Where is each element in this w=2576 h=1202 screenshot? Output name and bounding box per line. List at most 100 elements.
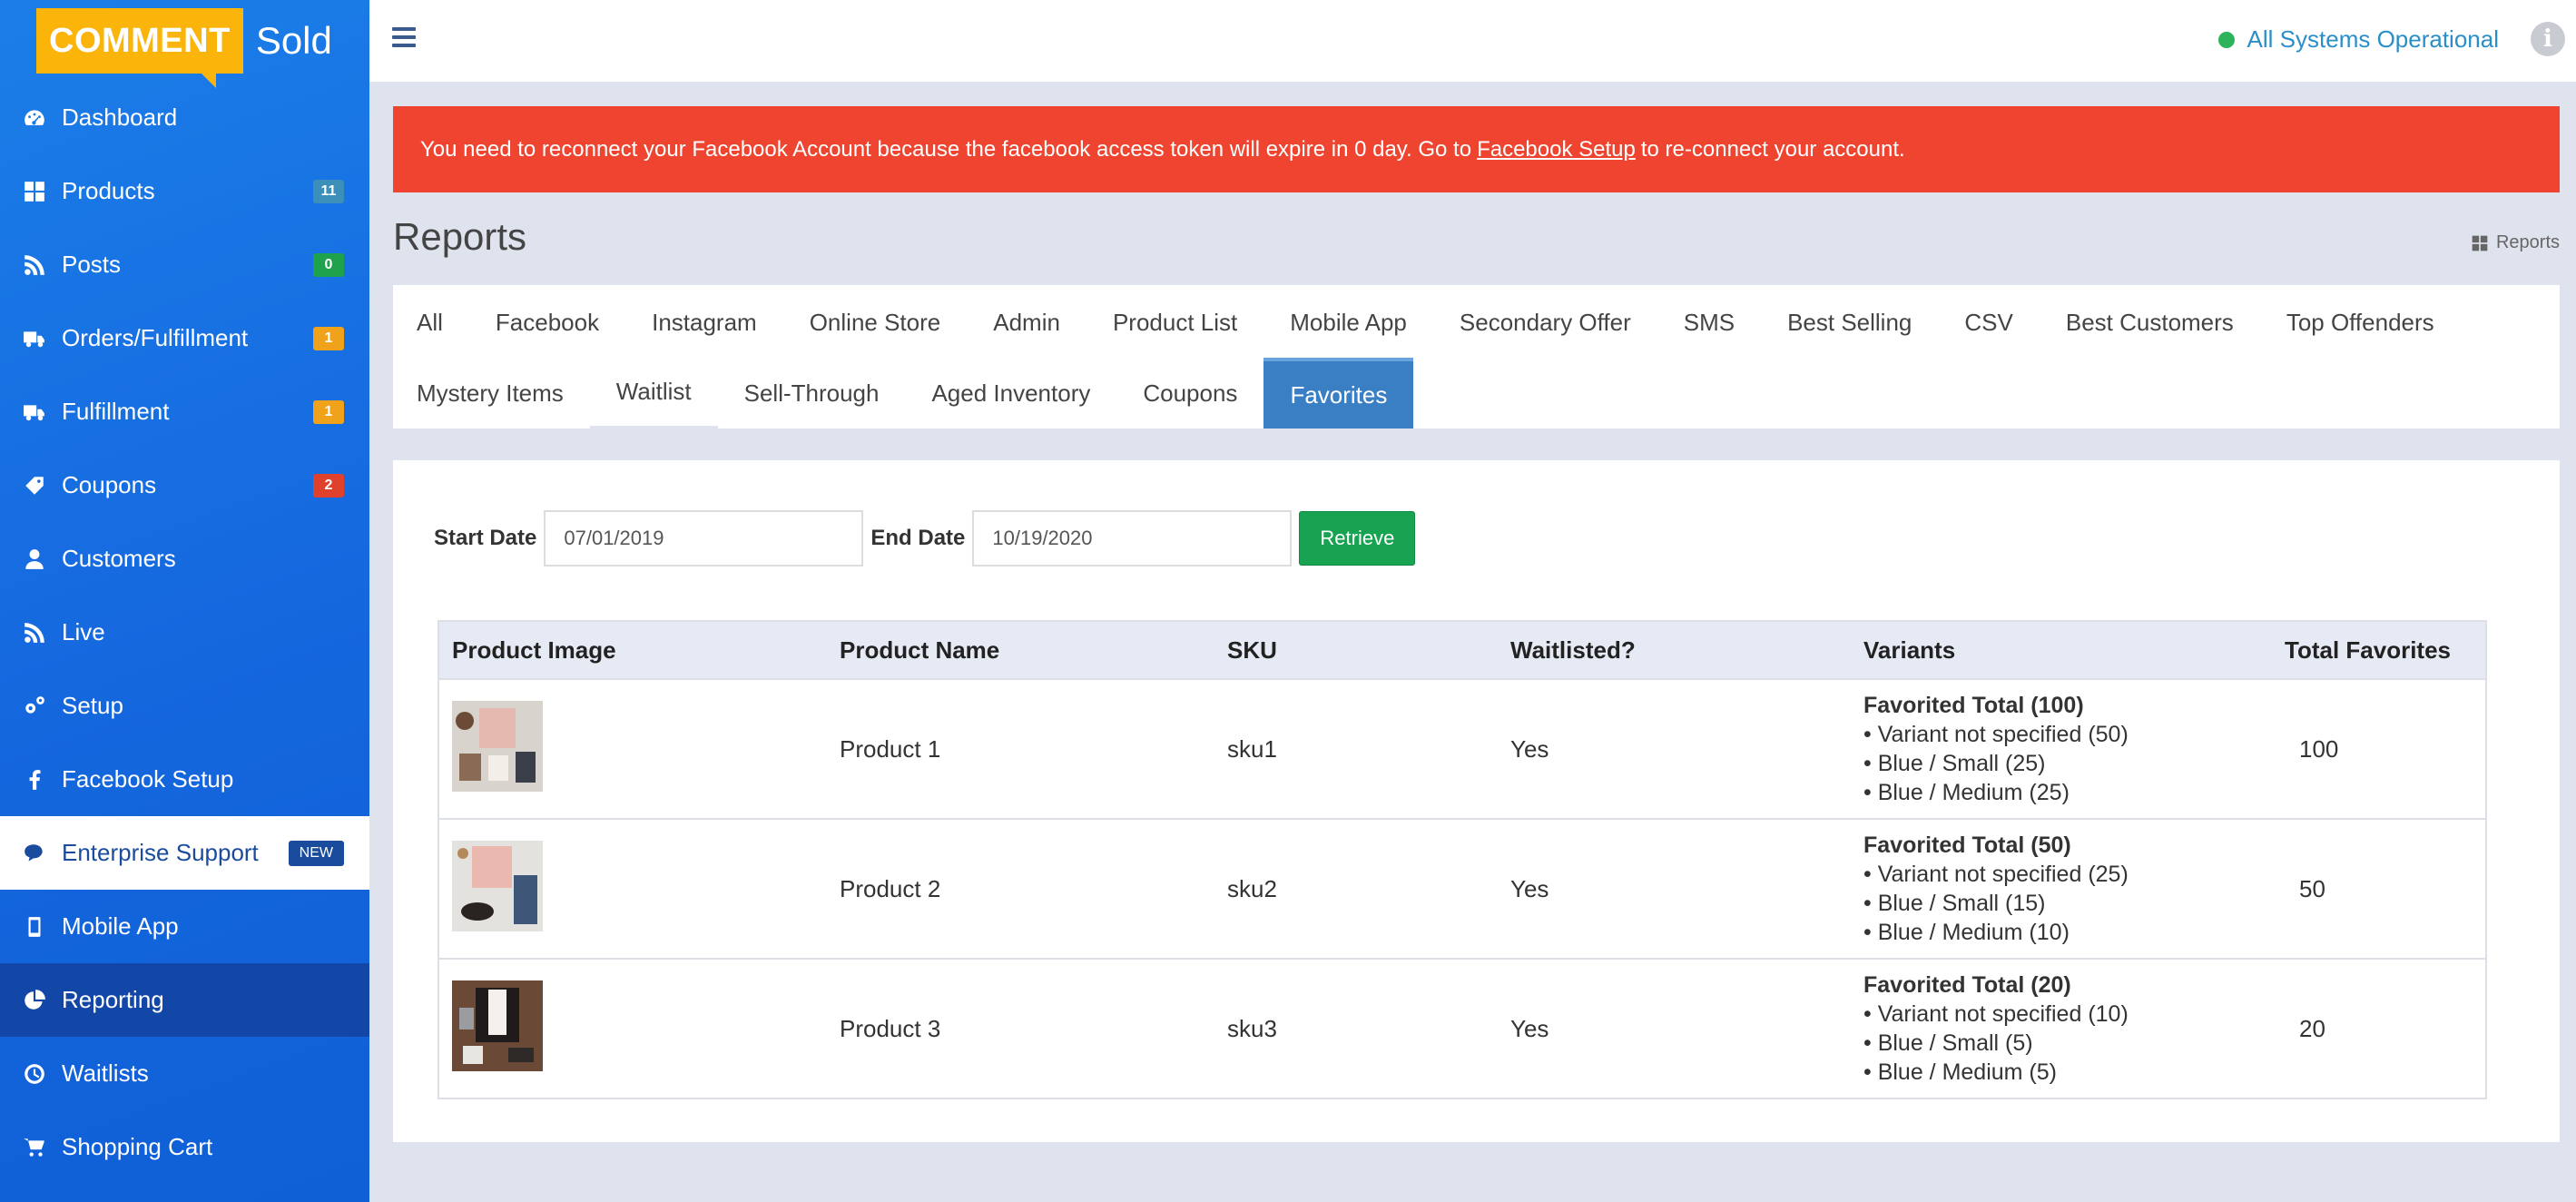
logo[interactable]: COMMENT Sold — [36, 0, 332, 88]
system-status[interactable]: All Systems Operational — [2217, 25, 2499, 54]
alert-text: You need to reconnect your Facebook Acco… — [420, 136, 1472, 162]
sidebar-item-reporting[interactable]: Reporting — [0, 963, 369, 1037]
gears-icon — [22, 694, 47, 719]
truck-icon — [22, 399, 47, 425]
tab-secondary-offer[interactable]: Secondary Offer — [1433, 287, 1657, 358]
tab-mystery-items[interactable]: Mystery Items — [393, 358, 590, 429]
tab-sell-through[interactable]: Sell-Through — [718, 358, 906, 429]
cart-icon — [22, 1135, 47, 1160]
tab-mobile-app[interactable]: Mobile App — [1263, 287, 1433, 358]
start-date-input[interactable] — [544, 510, 864, 567]
sidebar-item-label: Shopping Cart — [62, 1133, 213, 1160]
sidebar-item-label: Coupons — [62, 471, 157, 498]
start-date-label: Start Date — [434, 526, 537, 550]
page-title: Reports — [393, 215, 527, 258]
product-image-cell — [438, 678, 827, 819]
sidebar-item-live[interactable]: Live — [0, 596, 369, 669]
variant-item: • Blue / Medium (10) — [1863, 920, 2070, 945]
sidebar-item-enterprise-support[interactable]: Enterprise Support NEW — [0, 816, 369, 890]
sidebar-item-label: Customers — [62, 545, 176, 572]
product-image-cell — [438, 958, 827, 1099]
sidebar-item-coupons[interactable]: Coupons 2 — [0, 448, 369, 522]
tab-csv[interactable]: CSV — [1938, 287, 2039, 358]
column-header[interactable]: Waitlisted? — [1498, 621, 1851, 680]
tab-top-offenders[interactable]: Top Offenders — [2260, 287, 2461, 358]
mobile-icon — [22, 914, 47, 940]
breadcrumb-label[interactable]: Reports — [2496, 232, 2560, 253]
end-date-label: End Date — [870, 526, 966, 550]
product-image[interactable] — [452, 980, 543, 1071]
tab-facebook[interactable]: Facebook — [469, 287, 625, 358]
orders-count-badge: 1 — [313, 326, 344, 350]
sidebar-item-shopping-cart[interactable]: Shopping Cart — [0, 1110, 369, 1184]
end-date-input[interactable] — [972, 510, 1293, 567]
sidebar-item-setup[interactable]: Setup — [0, 669, 369, 743]
product-name[interactable]: Product 2 — [827, 818, 1214, 959]
product-image[interactable] — [452, 840, 543, 931]
date-filter: Start Date End Date Retrieve — [434, 510, 1416, 567]
variant-item: • Variant not specified (50) — [1863, 722, 2129, 747]
new-badge: NEW — [288, 840, 344, 866]
fulfillment-count-badge: 1 — [313, 399, 344, 424]
tab-waitlist[interactable]: Waitlist — [589, 358, 718, 429]
variant-item: • Variant not specified (10) — [1863, 1001, 2129, 1027]
tab-coupons[interactable]: Coupons — [1116, 358, 1263, 429]
menu-toggle-icon[interactable] — [392, 27, 416, 47]
sidebar-item-label: Waitlists — [62, 1059, 149, 1087]
column-header[interactable]: Product Image — [438, 621, 827, 680]
sku: sku1 — [1214, 678, 1498, 819]
sidebar-item-facebook-setup[interactable]: Facebook Setup — [0, 743, 369, 816]
tab-aged-inventory[interactable]: Aged Inventory — [905, 358, 1116, 429]
tab-admin[interactable]: Admin — [967, 287, 1086, 358]
sidebar-item-waitlists[interactable]: Waitlists — [0, 1037, 369, 1110]
tab-all[interactable]: All — [393, 287, 469, 358]
column-header[interactable]: SKU — [1214, 621, 1498, 680]
favorites-report-panel: Start Date End Date Retrieve Product Ima… — [393, 460, 2560, 1142]
column-header[interactable]: Variants — [1851, 621, 2272, 680]
table-row: Product 2 sku2 Yes Favorited Total (50) … — [438, 818, 2486, 959]
total-favorites: 50 — [2272, 818, 2486, 959]
sidebar-item-label: Posts — [62, 251, 122, 278]
breadcrumb: Reports — [2471, 232, 2560, 253]
tab-online-store[interactable]: Online Store — [783, 287, 968, 358]
total-favorites: 20 — [2272, 958, 2486, 1099]
product-image-cell — [438, 818, 827, 959]
product-image[interactable] — [452, 700, 543, 792]
sidebar-item-mobile-app[interactable]: Mobile App — [0, 890, 369, 963]
sidebar-item-label: Setup — [62, 692, 123, 719]
sidebar-item-products[interactable]: Products 11 — [0, 154, 369, 228]
products-count-badge: 11 — [313, 179, 344, 203]
sidebar-item-orders-fulfillment[interactable]: Orders/Fulfillment 1 — [0, 301, 369, 375]
sidebar-item-posts[interactable]: Posts 0 — [0, 228, 369, 301]
table-row: Product 3 sku3 Yes Favorited Total (20) … — [438, 958, 2486, 1099]
retrieve-button[interactable]: Retrieve — [1299, 511, 1416, 566]
product-name[interactable]: Product 3 — [827, 958, 1214, 1099]
rss-icon — [22, 620, 47, 645]
grid-icon — [22, 179, 47, 204]
user-icon — [22, 547, 47, 572]
sku: sku3 — [1214, 958, 1498, 1099]
favorited-total: Favorited Total (50) — [1863, 833, 2071, 858]
variants-cell: Favorited Total (100) • Variant not spec… — [1851, 678, 2272, 819]
info-icon[interactable]: i — [2531, 22, 2565, 56]
tab-product-list[interactable]: Product List — [1086, 287, 1263, 358]
waitlisted: Yes — [1498, 958, 1851, 1099]
tab-best-customers[interactable]: Best Customers — [2040, 287, 2260, 358]
column-header[interactable]: Total Favorites — [2272, 621, 2486, 680]
sidebar-item-customers[interactable]: Customers — [0, 522, 369, 596]
tab-sms[interactable]: SMS — [1657, 287, 1761, 358]
sidebar-item-label: Reporting — [62, 986, 164, 1013]
sidebar-item-label: Products — [62, 177, 155, 204]
column-header[interactable]: Product Name — [827, 621, 1214, 680]
tabs-row: Mystery Items Waitlist Sell-Through Aged… — [393, 358, 1414, 429]
tab-instagram[interactable]: Instagram — [625, 287, 783, 358]
tab-best-selling[interactable]: Best Selling — [1761, 287, 1938, 358]
report-tabs: All Facebook Instagram Online Store Admi… — [393, 285, 2560, 429]
variants-cell: Favorited Total (20) • Variant not speci… — [1851, 958, 2272, 1099]
product-name[interactable]: Product 1 — [827, 678, 1214, 819]
sidebar-item-dashboard[interactable]: Dashboard — [0, 81, 369, 154]
favorites-table: Product Image Product Name SKU Waitliste… — [438, 620, 2487, 1099]
facebook-setup-link[interactable]: Facebook Setup — [1477, 137, 1636, 163]
tab-favorites[interactable]: Favorites — [1263, 358, 1414, 429]
sidebar-item-fulfillment[interactable]: Fulfillment 1 — [0, 375, 369, 448]
